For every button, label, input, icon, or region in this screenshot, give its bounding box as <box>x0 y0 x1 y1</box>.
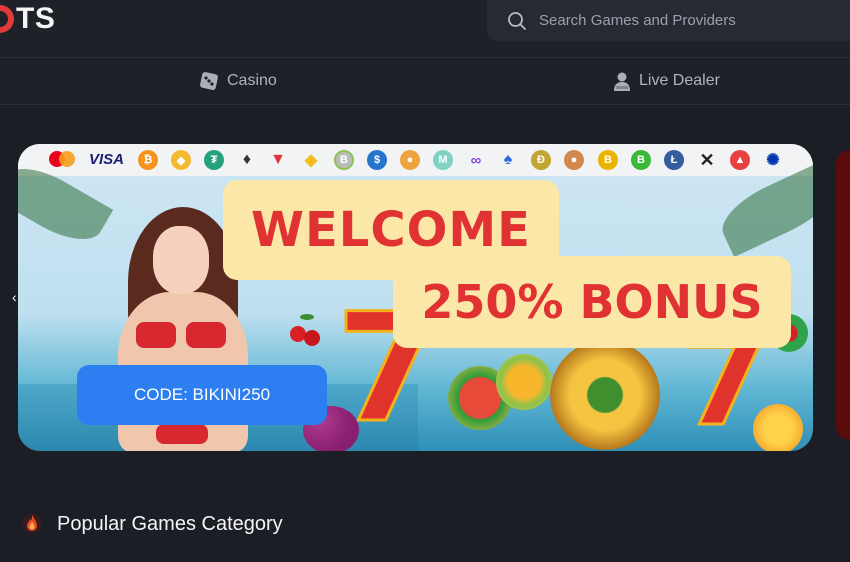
chia-icon: ♠ <box>503 151 513 168</box>
search-input[interactable] <box>537 11 841 30</box>
welcome-text: WELCOME <box>251 202 531 258</box>
fire-icon <box>22 512 42 541</box>
tron-icon: ▼ <box>270 151 286 168</box>
logo-icon <box>0 5 14 33</box>
dogecoin-icon: Ð <box>531 150 551 170</box>
top-bar: TS <box>0 0 850 58</box>
binance-coin-icon: ◆ <box>171 150 191 170</box>
mastercard-icon <box>49 151 75 167</box>
dealer-icon <box>613 71 631 91</box>
promo-code-button[interactable]: CODE: BIKINI250 <box>77 365 327 425</box>
banner-prev-arrow[interactable]: ‹ <box>12 289 17 305</box>
dice-icon <box>199 71 219 91</box>
search-icon <box>508 11 526 30</box>
bitcoin-gold-icon: B <box>631 150 651 170</box>
bonus-headline: 250% BONUS <box>393 256 791 348</box>
site-logo[interactable]: TS <box>0 2 55 36</box>
tether-icon: ₮ <box>204 150 224 170</box>
nav-item-label: Live Dealer <box>639 72 720 89</box>
usd-coin-icon: $ <box>367 150 387 170</box>
bonus-text: 250% BONUS <box>421 275 763 329</box>
binance-usd-icon: ◈ <box>304 152 318 169</box>
cardano-icon: ✺ <box>766 152 780 169</box>
search-bar[interactable] <box>487 0 850 41</box>
pancakeswap-icon: ● <box>564 150 584 170</box>
section-title: Popular Games Category <box>57 513 283 535</box>
litecoin-icon: Ł <box>664 150 684 170</box>
bitcoin-icon: ₿ <box>138 150 158 170</box>
bitcoin-sv-icon: B <box>598 150 618 170</box>
bitcoin-cash-icon: B <box>334 150 354 170</box>
payment-methods-strip: VISA ₿ ◆ ₮ ♦ ▼ ◈ B $ ● M ∞ ♠ Ð ● B B Ł ✕… <box>18 144 813 176</box>
promo-banner[interactable]: VISA ₿ ◆ ₮ ♦ ▼ ◈ B $ ● M ∞ ♠ Ð ● B B Ł ✕… <box>18 144 813 451</box>
category-nav: Casino Live Dealer <box>0 58 850 105</box>
logo-text: TS <box>16 2 56 35</box>
xrp-icon: ✕ <box>699 149 715 170</box>
ethereum-icon: ♦ <box>242 151 252 168</box>
nav-item-casino[interactable]: Casino <box>199 58 277 104</box>
shiba-inu-icon: ● <box>400 150 420 170</box>
avalanche-icon: ▲ <box>730 150 750 170</box>
next-banner-preview[interactable] <box>836 150 850 440</box>
polygon-icon: M <box>433 150 453 170</box>
nav-item-label: Casino <box>227 72 277 89</box>
visa-icon: VISA <box>89 151 125 168</box>
nav-item-live-dealer[interactable]: Live Dealer <box>613 58 720 104</box>
polygon-matic-icon: ∞ <box>470 151 482 169</box>
